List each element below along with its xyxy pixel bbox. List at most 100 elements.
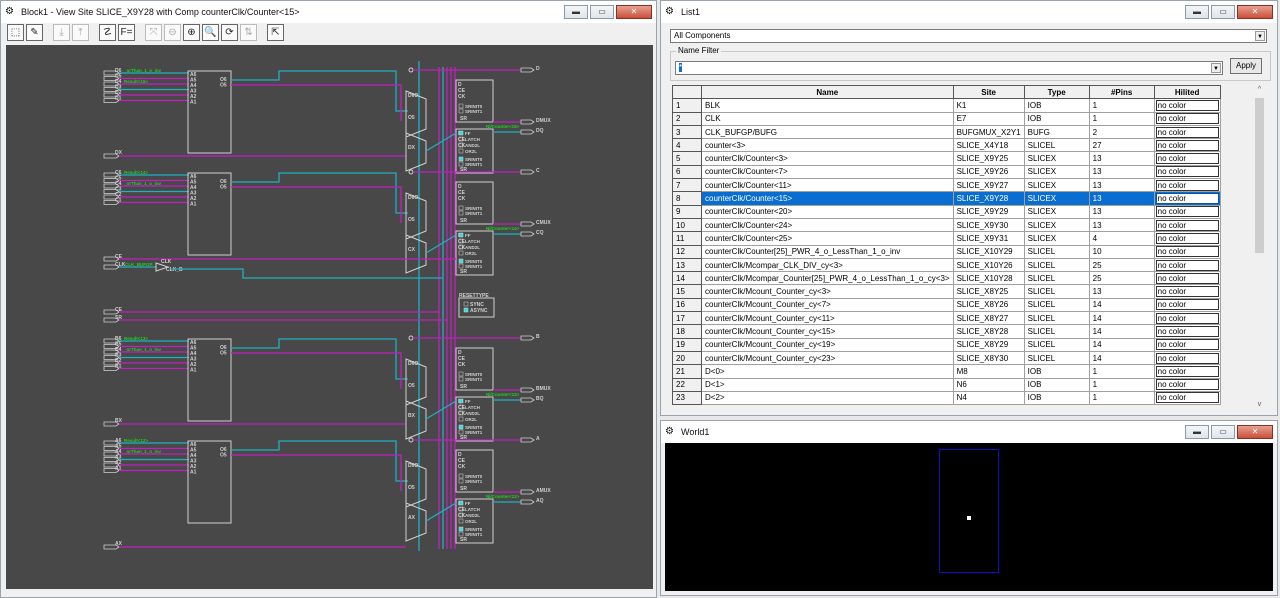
- table-row[interactable]: 14 counterClk/Mcompar_Counter[25]_PWR_4_o…: [672, 271, 1221, 286]
- hilited-cell[interactable]: no color: [1153, 244, 1221, 259]
- hilite-color-select[interactable]: no color▼: [1155, 193, 1221, 205]
- hilite-color-select[interactable]: no color: [1155, 246, 1219, 258]
- hilited-cell[interactable]: no color: [1153, 271, 1221, 286]
- hilite-color-select[interactable]: no color: [1155, 312, 1219, 324]
- hilited-cell[interactable]: no color: [1153, 151, 1221, 166]
- hilited-cell[interactable]: no color: [1153, 337, 1221, 352]
- table-row[interactable]: 18 counterClk/Mcount_Counter_cy<15> SLICE_…: [672, 324, 1221, 339]
- hilite-color-select[interactable]: no color: [1155, 206, 1219, 218]
- fit-button[interactable]: ⤧: [145, 24, 162, 41]
- hilite-color-select[interactable]: no color: [1155, 219, 1219, 231]
- hilited-cell[interactable]: no color: [1153, 111, 1221, 126]
- hilite-color-select[interactable]: no color: [1155, 139, 1219, 151]
- hilite-color-select[interactable]: no color: [1155, 365, 1219, 377]
- hilited-cell[interactable]: no color: [1153, 377, 1221, 392]
- table-row[interactable]: 7 counterClk/Counter<11> SLICE_X9Y27 SLICEX…: [672, 178, 1221, 193]
- hilite-color-select[interactable]: no color: [1155, 259, 1219, 271]
- column-header-hilited[interactable]: Hilited: [1153, 84, 1221, 100]
- chevron-down-icon[interactable]: ▼: [1220, 194, 1221, 204]
- route-pins-button[interactable]: ⇅: [240, 24, 257, 41]
- hilite-color-select[interactable]: no color: [1155, 99, 1219, 111]
- table-row[interactable]: 23 D<2> N4 IOB 1 no color: [672, 390, 1221, 406]
- hilited-cell[interactable]: no color: [1153, 257, 1221, 273]
- hilite-color-select[interactable]: no color: [1155, 379, 1219, 391]
- name-filter-input[interactable]: * ▼: [675, 61, 1223, 75]
- hilited-cell[interactable]: no color▼: [1153, 191, 1221, 206]
- slice-schematic[interactable]: D6D5D4D3D2D1_orThan_1_o_invResult<15>DXA…: [6, 45, 653, 589]
- hilited-cell[interactable]: no color: [1153, 297, 1221, 313]
- list-scrollbar[interactable]: ^ v: [1253, 86, 1266, 408]
- schematic-canvas[interactable]: D6 D5 D4 D3 D2 D1 _orThan_1_o_inv Result<15> DX A…: [6, 45, 653, 589]
- hilited-cell[interactable]: no color: [1153, 231, 1221, 246]
- minimize-button[interactable]: ▬: [564, 5, 588, 19]
- hilited-cell[interactable]: no color: [1153, 98, 1221, 113]
- table-row[interactable]: 3 CLK_BUFGP/BUFG BUFGMUX_X2Y1 BUFG 2 no color: [672, 124, 1221, 140]
- select-button[interactable]: ⬚: [7, 24, 24, 41]
- edit-pencil-button[interactable]: ✎: [26, 24, 43, 41]
- chevron-down-icon[interactable]: ▼: [1255, 31, 1265, 41]
- scroll-down-icon[interactable]: v: [1253, 401, 1266, 408]
- scroll-up-icon[interactable]: ^: [1253, 86, 1266, 98]
- hilited-cell[interactable]: no color: [1153, 204, 1221, 219]
- table-row[interactable]: 15 counterClk/Mcount_Counter_cy<3> SLICE_X…: [672, 284, 1221, 299]
- table-row[interactable]: 19 counterClk/Mcount_Counter_cy<19> SLICE_…: [672, 337, 1221, 352]
- table-row[interactable]: 21 D<0> M8 IOB 1 no color: [672, 364, 1221, 379]
- hilite-color-select[interactable]: no color: [1155, 166, 1219, 178]
- hilited-cell[interactable]: no color: [1153, 124, 1221, 140]
- hilited-cell[interactable]: no color: [1153, 311, 1221, 326]
- table-row[interactable]: 1 BLK K1 IOB 1 no color: [672, 98, 1221, 113]
- zoom-out-button[interactable]: ⊖: [164, 24, 181, 41]
- zoom-area-button[interactable]: 🔍: [202, 24, 219, 41]
- refresh-button[interactable]: ⟳: [221, 24, 238, 41]
- table-row[interactable]: 4 counter<3> SLICE_X4Y18 SLICEL 27 no color: [672, 138, 1221, 153]
- table-row[interactable]: 16 counterClk/Mcount_Counter_cy<7> SLICE_X…: [672, 297, 1221, 313]
- hilited-cell[interactable]: no color: [1153, 164, 1221, 180]
- hilite-color-select[interactable]: no color: [1155, 272, 1219, 284]
- table-row[interactable]: 17 counterClk/Mcount_Counter_cy<11> SLICE_…: [672, 311, 1221, 326]
- close-button[interactable]: ✕: [1237, 425, 1273, 439]
- close-button[interactable]: ✕: [1237, 5, 1273, 19]
- hilited-cell[interactable]: no color: [1153, 178, 1221, 193]
- table-row[interactable]: 2 CLK E7 IOB 1 no color: [672, 111, 1221, 126]
- maximize-button[interactable]: ▭: [590, 5, 614, 19]
- zoom-in-button[interactable]: ⊕: [183, 24, 200, 41]
- hilite-color-select[interactable]: no color: [1155, 392, 1219, 404]
- hilite-color-select[interactable]: no color: [1155, 113, 1219, 125]
- minimize-button[interactable]: ▬: [1185, 425, 1209, 439]
- download-button[interactable]: ⤓: [53, 24, 70, 41]
- table-row[interactable]: 9 counterClk/Counter<20> SLICE_X9Y29 SLICEX…: [672, 204, 1221, 219]
- table-row[interactable]: 22 D<1> N6 IOB 1 no color: [672, 377, 1221, 392]
- hilited-cell[interactable]: no color: [1153, 390, 1221, 406]
- close-button[interactable]: ✕: [616, 5, 652, 19]
- table-row[interactable]: 12 counterClk/Counter[25]_PWR_4_o_LessTha…: [672, 244, 1221, 259]
- table-row[interactable]: 8 counterClk/Counter<15> SLICE_X9Y28 SLICEX…: [672, 191, 1221, 206]
- hilite-color-select[interactable]: no color: [1155, 153, 1219, 165]
- maximize-button[interactable]: ▭: [1211, 5, 1235, 19]
- hilited-cell[interactable]: no color: [1153, 364, 1221, 379]
- component-filter-select[interactable]: All Components ▼: [670, 29, 1267, 43]
- world-view[interactable]: [665, 443, 1273, 591]
- hilite-color-select[interactable]: no color: [1155, 232, 1219, 244]
- table-row[interactable]: 6 counterClk/Counter<7> SLICE_X9Y26 SLICEX 1…: [672, 164, 1221, 180]
- hilited-cell[interactable]: no color: [1153, 350, 1221, 366]
- hilited-cell[interactable]: no color: [1153, 138, 1221, 153]
- hilite-color-select[interactable]: no color: [1155, 299, 1219, 311]
- table-row[interactable]: 20 counterClk/Mcount_Counter_cy<23> SLICE_…: [672, 350, 1221, 366]
- maximize-button[interactable]: ▭: [1211, 425, 1235, 439]
- table-row[interactable]: 11 counterClk/Counter<25> SLICE_X9Y31 SLICE…: [672, 231, 1221, 246]
- upload-button[interactable]: ⤒: [72, 24, 89, 41]
- column-header-site[interactable]: Site: [952, 84, 1025, 100]
- table-row[interactable]: 10 counterClk/Counter<24> SLICE_X9Y30 SLICE…: [672, 217, 1221, 233]
- apply-button[interactable]: Apply: [1230, 58, 1262, 74]
- hilite-color-select[interactable]: no color: [1155, 339, 1219, 351]
- route-button[interactable]: ☡: [99, 24, 116, 41]
- column-header-index[interactable]: [672, 84, 702, 100]
- hilited-cell[interactable]: no color: [1153, 217, 1221, 233]
- hilite-color-select[interactable]: no color: [1155, 179, 1219, 191]
- hilited-cell[interactable]: no color: [1153, 324, 1221, 339]
- minimize-button[interactable]: ▬: [1185, 5, 1209, 19]
- table-row[interactable]: 13 counterClk/Mcompar_CLK_DIV_cy<3> SLICE_…: [672, 257, 1221, 273]
- hilited-cell[interactable]: no color: [1153, 284, 1221, 299]
- column-header-name[interactable]: Name: [701, 84, 954, 100]
- formula-button[interactable]: F=: [118, 24, 135, 41]
